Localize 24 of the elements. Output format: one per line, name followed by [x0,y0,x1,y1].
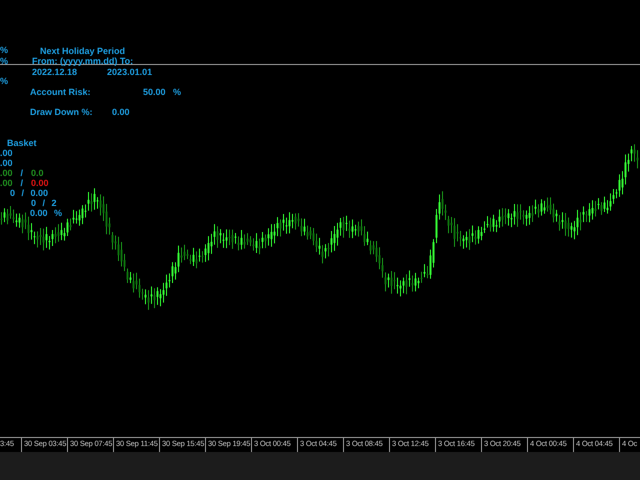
holiday-title: Next Holiday Period [40,46,126,56]
percent-sign: % [0,76,8,86]
basket-value: .00 [0,158,13,168]
basket-value: .00 [0,148,13,158]
basket-value: .00 [0,168,13,178]
account-risk-value: 50.00 [143,87,167,97]
account-risk-label: Account Risk: [30,87,92,97]
basket-value: 0.00 % [30,208,62,218]
draw-down-label: Draw Down %: [30,107,94,117]
date-format-label: From: (yyyy.mm.dd) To: [32,56,134,66]
basket-value: 0 / 0.00 [10,188,48,198]
basket-value: / [20,168,24,178]
basket-value: 0.0 [31,168,44,178]
to-date: 2023.01.01 [107,67,152,77]
draw-down-value: 0.00 [112,107,130,117]
from-date: 2022.12.18 [32,67,78,77]
percent-sign: % [0,45,8,55]
basket-title: Basket [7,138,38,148]
percent-sign: % [0,56,8,66]
basket-value: 0.00 [31,178,49,188]
basket-value: 0 / 2 [31,198,57,208]
basket-value: / [20,178,24,188]
percent-sign: % [173,87,182,97]
basket-value: .00 [0,178,13,188]
